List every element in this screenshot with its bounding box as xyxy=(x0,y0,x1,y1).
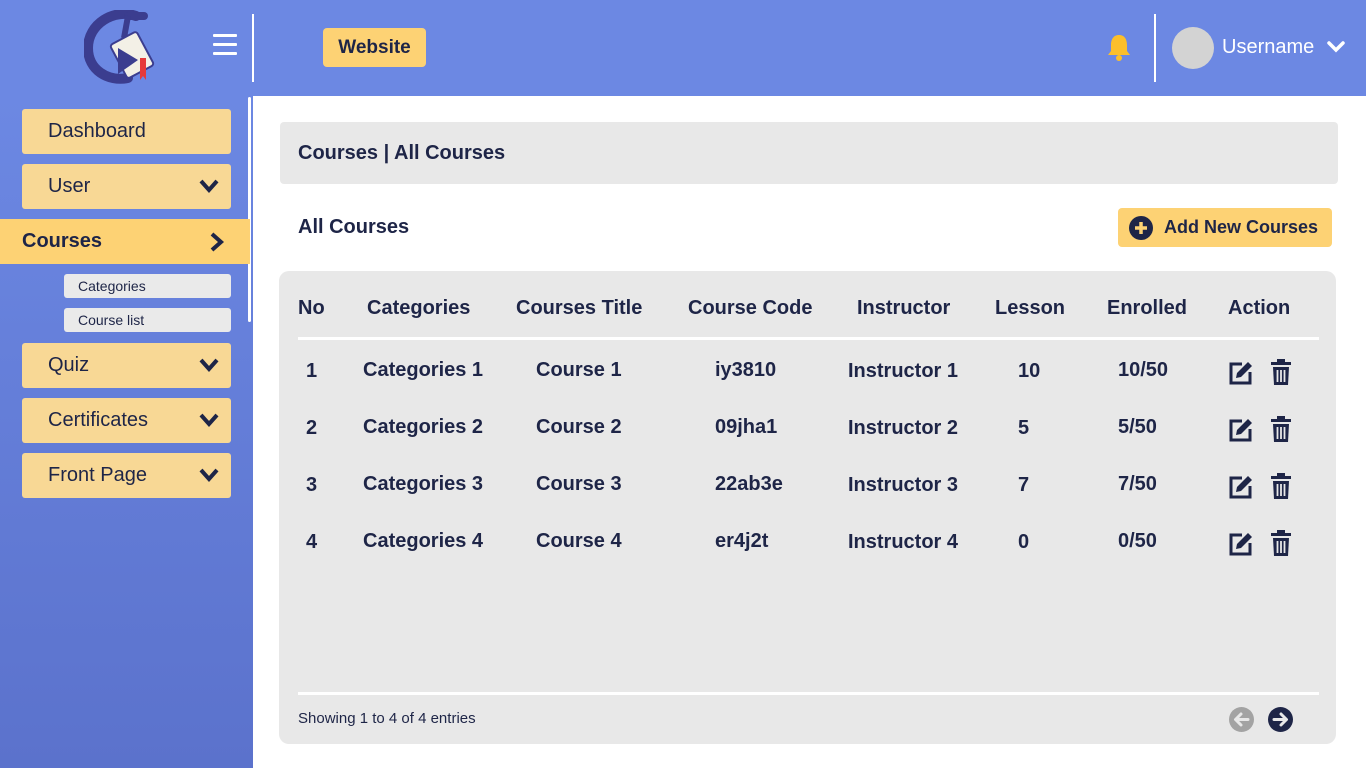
sidebar-item-label: User xyxy=(48,175,91,197)
chevron-down-icon xyxy=(199,179,219,194)
top-navbar xyxy=(0,0,1366,96)
page-title: All Courses xyxy=(298,216,410,238)
sidebar-scrollbar[interactable] xyxy=(248,97,251,322)
menu-toggle-icon[interactable] xyxy=(213,34,237,58)
trash-icon[interactable] xyxy=(1268,359,1294,385)
cell-lesson: 5 xyxy=(1018,417,1030,439)
cell-instructor: Instructor 3 xyxy=(848,474,959,496)
website-button[interactable]: Website xyxy=(323,28,426,67)
plus-circle-icon xyxy=(1129,215,1153,240)
cell-code: iy3810 xyxy=(715,359,777,381)
next-page-icon[interactable] xyxy=(1268,707,1293,732)
sidebar-item-user[interactable]: User xyxy=(22,164,231,209)
edit-icon[interactable] xyxy=(1228,360,1254,386)
trash-icon[interactable] xyxy=(1268,416,1294,442)
cell-enrolled: 10/50 xyxy=(1118,359,1169,381)
sidebar-item-label: Courses xyxy=(22,230,103,252)
sidebar-item-label: Quiz xyxy=(48,354,90,376)
edit-icon[interactable] xyxy=(1228,417,1254,443)
sidebar-item-courses[interactable]: Courses xyxy=(0,219,250,264)
column-header-code[interactable]: Course Code xyxy=(688,297,812,320)
app-logo[interactable] xyxy=(84,10,160,84)
cell-no: 2 xyxy=(306,417,318,439)
cell-instructor: Instructor 1 xyxy=(848,360,959,382)
cell-no: 4 xyxy=(306,531,318,553)
cell-lesson: 10 xyxy=(1018,360,1041,382)
add-new-courses-button[interactable]: Add New Courses xyxy=(1118,208,1332,247)
cell-title: Course 3 xyxy=(536,473,622,495)
chevron-down-icon xyxy=(199,413,219,428)
column-header-categories[interactable]: Categories xyxy=(367,297,470,320)
cell-category: Categories 3 xyxy=(363,473,484,495)
chevron-down-icon xyxy=(199,358,219,373)
sidebar-item-label: Certificates xyxy=(48,409,149,431)
cell-instructor: Instructor 2 xyxy=(848,417,959,439)
table-header-divider xyxy=(298,337,1319,340)
breadcrumb: Courses | All Courses xyxy=(280,122,1338,184)
sidebar-item-certificates[interactable]: Certificates xyxy=(22,398,231,443)
cell-category: Categories 1 xyxy=(363,359,484,381)
bell-icon[interactable] xyxy=(1106,33,1132,61)
sidebar-item-dashboard[interactable]: Dashboard xyxy=(22,109,231,154)
avatar[interactable] xyxy=(1172,27,1214,69)
cell-title: Course 2 xyxy=(536,416,622,438)
username-label[interactable]: Username xyxy=(1222,36,1314,59)
cell-code: er4j2t xyxy=(715,530,769,552)
cell-code: 22ab3e xyxy=(715,473,783,495)
sidebar-item-front-page[interactable]: Front Page xyxy=(22,453,231,498)
cell-category: Categories 4 xyxy=(363,530,484,552)
chevron-right-icon xyxy=(210,232,225,252)
add-button-label: Add New Courses xyxy=(1164,217,1319,237)
sidebar-subitem-categories[interactable]: Categories xyxy=(64,274,231,298)
column-header-title[interactable]: Courses Title xyxy=(516,297,642,320)
sidebar-item-quiz[interactable]: Quiz xyxy=(22,343,231,388)
header-divider xyxy=(252,14,254,82)
sidebar-item-label: Front Page xyxy=(48,464,147,486)
header-divider-right xyxy=(1154,14,1156,82)
cell-instructor: Instructor 4 xyxy=(848,531,959,553)
cell-enrolled: 5/50 xyxy=(1118,416,1157,438)
table-footer-divider xyxy=(298,692,1319,695)
edit-icon[interactable] xyxy=(1228,531,1254,557)
chevron-down-icon xyxy=(199,468,219,483)
column-header-lesson[interactable]: Lesson xyxy=(995,297,1065,320)
cell-title: Course 1 xyxy=(536,359,622,381)
previous-page-icon[interactable] xyxy=(1229,707,1254,732)
sidebar-subitem-course-list[interactable]: Course list xyxy=(64,308,231,332)
trash-icon[interactable] xyxy=(1268,473,1294,499)
sidebar-item-label: Dashboard xyxy=(48,120,146,142)
trash-icon[interactable] xyxy=(1268,530,1294,556)
cell-category: Categories 2 xyxy=(363,416,484,438)
edit-icon[interactable] xyxy=(1228,474,1254,500)
cell-lesson: 0 xyxy=(1018,531,1030,553)
pagination-info: Showing 1 to 4 of 4 entries xyxy=(298,710,476,727)
cell-title: Course 4 xyxy=(536,530,622,552)
cell-enrolled: 0/50 xyxy=(1118,530,1157,552)
cell-no: 3 xyxy=(306,474,318,496)
column-header-instructor[interactable]: Instructor xyxy=(857,297,950,320)
column-header-enrolled[interactable]: Enrolled xyxy=(1107,297,1187,320)
cell-code: 09jha1 xyxy=(715,416,778,438)
cell-lesson: 7 xyxy=(1018,474,1030,496)
cell-enrolled: 7/50 xyxy=(1118,473,1157,495)
cell-no: 1 xyxy=(306,360,318,382)
chevron-down-icon[interactable] xyxy=(1327,40,1345,54)
column-header-action: Action xyxy=(1228,297,1291,319)
column-header-no[interactable]: No xyxy=(298,297,325,320)
